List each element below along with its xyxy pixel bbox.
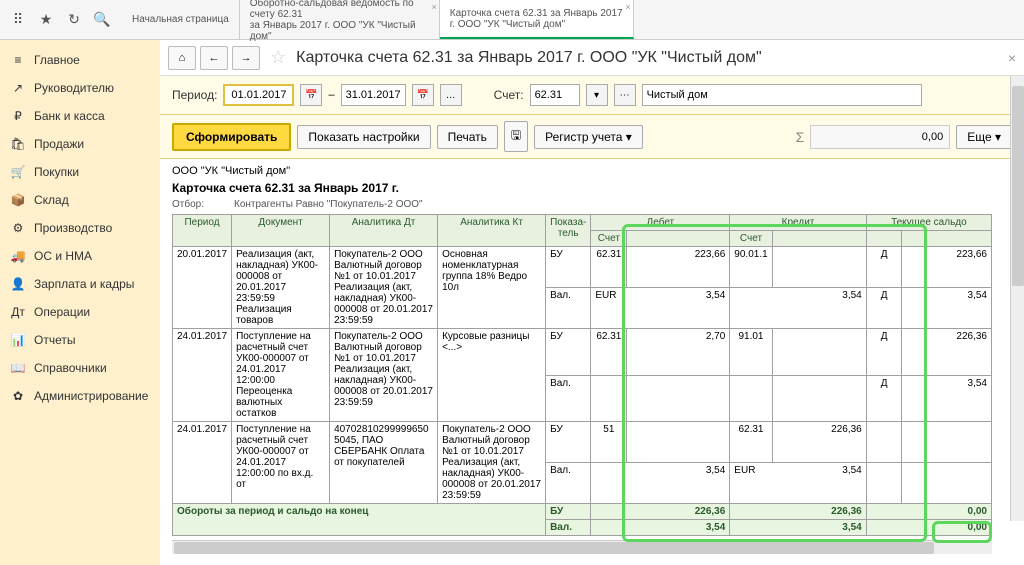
save-button[interactable]: 🖫 xyxy=(504,121,528,152)
sidebar-item-2[interactable]: ₽Банк и касса xyxy=(0,102,160,130)
sidebar-item-10[interactable]: 📊Отчеты xyxy=(0,326,160,354)
back-button[interactable]: ← xyxy=(200,46,228,70)
sidebar-item-8[interactable]: 👤Зарплата и кадры xyxy=(0,270,160,298)
show-settings-button[interactable]: Показать настройки xyxy=(297,125,430,149)
sidebar-item-4[interactable]: 🛒Покупки xyxy=(0,158,160,186)
sidebar-icon: ↗ xyxy=(10,80,26,96)
sidebar-icon: 🛍 xyxy=(10,136,26,152)
form-button[interactable]: Сформировать xyxy=(172,123,291,151)
sum-display: 0,00 xyxy=(810,125,950,149)
calendar-icon[interactable]: 📅 xyxy=(412,84,434,106)
account-label: Счет: xyxy=(494,88,524,102)
history-icon[interactable]: ↻ xyxy=(60,6,88,34)
sidebar-item-1[interactable]: ↗Руководителю xyxy=(0,74,160,102)
home-button[interactable]: ⌂ xyxy=(168,46,196,70)
sidebar-icon: 🛒 xyxy=(10,164,26,180)
org-name: ООО "УК "Чистый дом" xyxy=(172,163,1012,179)
period-label: Период: xyxy=(172,88,217,102)
register-button[interactable]: Регистр учета ▾ xyxy=(534,125,643,149)
sidebar-item-7[interactable]: 🚚ОС и НМА xyxy=(0,242,160,270)
tab-2[interactable]: Карточка счета 62.31 за Январь 2017г. ОО… xyxy=(440,0,634,39)
sidebar-item-6[interactable]: ⚙Производство xyxy=(0,214,160,242)
period-picker-button[interactable]: … xyxy=(440,84,462,106)
sidebar-item-0[interactable]: ≡Главное xyxy=(0,46,160,74)
org-input[interactable]: Чистый дом xyxy=(642,84,922,106)
calendar-icon[interactable]: 📅 xyxy=(300,84,322,106)
dropdown-icon[interactable]: ▾ xyxy=(586,84,608,106)
horizontal-scrollbar[interactable] xyxy=(172,540,992,554)
forward-button[interactable]: → xyxy=(232,46,260,70)
select-button[interactable]: ⋯ xyxy=(614,84,636,106)
sidebar-icon: 📖 xyxy=(10,360,26,376)
account-input[interactable]: 62.31 xyxy=(530,84,580,106)
more-button[interactable]: Еще ▾ xyxy=(956,125,1012,149)
search-icon[interactable]: 🔍 xyxy=(88,6,116,34)
sidebar-icon: 👤 xyxy=(10,276,26,292)
tab-1[interactable]: Оборотно-сальдовая ведомость по счету 62… xyxy=(240,0,440,39)
page-title: Карточка счета 62.31 за Январь 2017 г. О… xyxy=(296,49,762,67)
sidebar-icon: ✿ xyxy=(10,388,26,404)
sidebar-icon: ₽ xyxy=(10,108,26,124)
favorite-icon[interactable]: ☆ xyxy=(270,47,286,68)
sidebar-item-5[interactable]: 📦Склад xyxy=(0,186,160,214)
date-to-input[interactable]: 31.01.2017 xyxy=(341,84,406,106)
sum-icon: Σ xyxy=(796,129,805,145)
sidebar-icon: ⚙ xyxy=(10,220,26,236)
sidebar-item-3[interactable]: 🛍Продажи xyxy=(0,130,160,158)
sidebar-icon: 📊 xyxy=(10,332,26,348)
date-from-input[interactable]: 01.01.2017 xyxy=(229,88,288,102)
vertical-scrollbar[interactable] xyxy=(1010,76,1024,521)
sidebar-item-9[interactable]: ДтОперации xyxy=(0,298,160,326)
apps-icon[interactable]: ⠿ xyxy=(4,6,32,34)
report-area: ООО "УК "Чистый дом" Карточка счета 62.3… xyxy=(160,159,1024,565)
sidebar-icon: ≡ xyxy=(10,52,26,68)
close-icon[interactable]: × xyxy=(1008,50,1016,66)
report-title: Карточка счета 62.31 за Январь 2017 г. xyxy=(172,179,1012,197)
sidebar-icon: 📦 xyxy=(10,192,26,208)
print-button[interactable]: Печать xyxy=(437,125,498,149)
sidebar-icon: 🚚 xyxy=(10,248,26,264)
sidebar-icon: Дт xyxy=(10,304,26,320)
star-icon[interactable]: ★ xyxy=(32,6,60,34)
tab-0[interactable]: Начальная страница xyxy=(122,0,240,39)
sidebar-item-11[interactable]: 📖Справочники xyxy=(0,354,160,382)
sidebar-item-12[interactable]: ✿Администрирование xyxy=(0,382,160,410)
